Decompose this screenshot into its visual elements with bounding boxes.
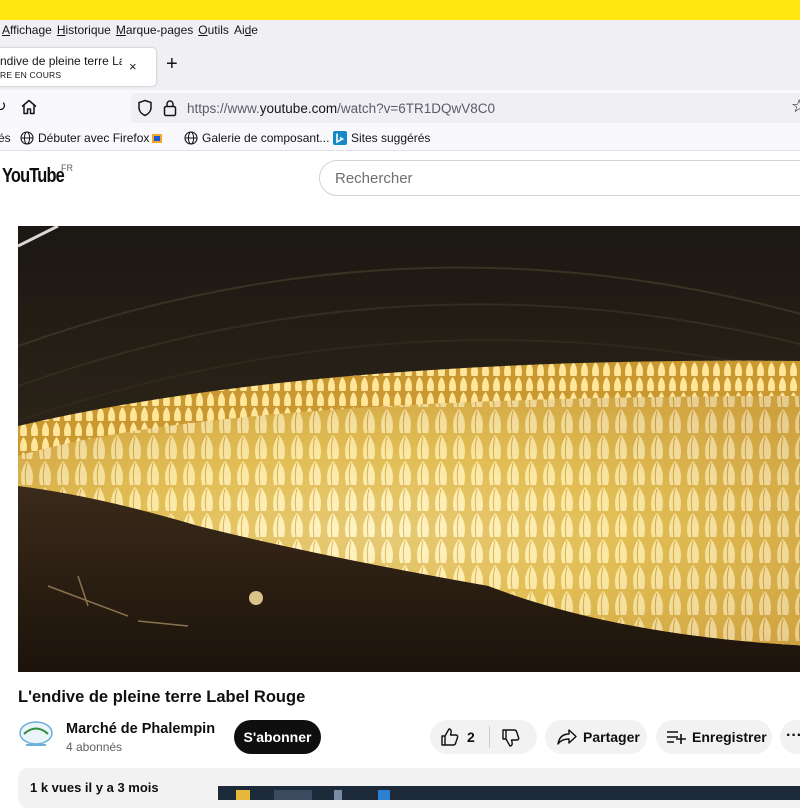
subscriber-count: 4 abonnés xyxy=(66,740,123,754)
menu-bar: Affichage Historique Marque-pages Outils Aid… xyxy=(0,20,800,40)
menu-item-1[interactable]: Historique xyxy=(55,23,114,37)
bookmark-label: Sites suggérés xyxy=(351,131,431,145)
menu-item-3[interactable]: Outils xyxy=(196,23,232,37)
new-tab-icon[interactable]: + xyxy=(166,54,178,74)
like-dislike-group: 2 xyxy=(430,720,537,754)
menu-item-2[interactable]: Marque-pages xyxy=(114,23,196,37)
save-label: Enregistrer xyxy=(692,729,767,745)
bookmark-firefox[interactable]: Débuter avec Firefox xyxy=(20,131,149,145)
views-and-date: 1 k vues il y a 3 mois xyxy=(30,780,159,795)
globe-icon xyxy=(20,131,34,145)
menu-item-4[interactable]: Aide xyxy=(232,23,261,37)
search-placeholder: Rechercher xyxy=(335,170,413,187)
subscribe-button[interactable]: S'abonner xyxy=(234,720,321,754)
share-label: Partager xyxy=(583,729,640,745)
channel-name[interactable]: Marché de Phalempin xyxy=(66,721,215,737)
save-button[interactable]: Enregistrer xyxy=(656,720,772,754)
bookmark-galerie[interactable]: Galerie de composant... xyxy=(184,131,329,145)
puzzle-extension-icon[interactable] xyxy=(150,131,164,145)
store-icon[interactable] xyxy=(378,790,390,800)
channel-avatar[interactable] xyxy=(18,719,54,749)
video-frame-endive-field xyxy=(18,226,800,672)
menu-item-0[interactable]: Affichage xyxy=(0,23,55,37)
globe-icon xyxy=(184,131,198,145)
extension-icon xyxy=(152,134,162,143)
home-icon[interactable] xyxy=(20,98,38,116)
video-title: L'endive de pleine terre Label Rouge xyxy=(18,688,306,706)
lock-icon[interactable] xyxy=(163,99,177,117)
navigation-bar: ↻ https://www.youtube.com/watch?v=6TR1DQ… xyxy=(0,90,800,126)
more-icon: ··· xyxy=(786,727,800,744)
bookmark-partial[interactable]: és xyxy=(0,131,11,145)
youtube-header: YouTube FR Rechercher xyxy=(0,151,800,207)
reload-icon[interactable]: ↻ xyxy=(0,97,7,115)
tab-active[interactable]: ndive de pleine terre Label Rouge RE EN … xyxy=(0,48,156,86)
youtube-logo[interactable]: YouTube xyxy=(2,165,65,188)
url-text[interactable]: https://www.youtube.com/watch?v=6TR1DQwV… xyxy=(187,101,495,116)
bookmark-star-icon[interactable]: ☆ xyxy=(791,96,800,117)
tab-close-icon[interactable]: × xyxy=(129,59,137,74)
active-app-icon[interactable] xyxy=(274,790,312,800)
like-count[interactable]: 2 xyxy=(467,729,475,745)
share-button[interactable]: Partager xyxy=(545,720,647,754)
more-actions-button[interactable]: ··· xyxy=(780,720,800,754)
top-accent-bar xyxy=(0,0,800,20)
video-player[interactable] xyxy=(18,226,800,672)
address-bar[interactable]: https://www.youtube.com/watch?v=6TR1DQwV… xyxy=(131,93,800,123)
search-input[interactable]: Rechercher xyxy=(319,160,800,196)
bookmarks-toolbar: és Débuter avec Firefox Galerie de compo… xyxy=(0,126,800,151)
like-separator xyxy=(489,726,490,748)
tab-status: RE EN COURS xyxy=(0,70,62,80)
people-icon[interactable] xyxy=(334,790,342,800)
region-code: FR xyxy=(61,163,73,173)
tracking-protection-shield-icon[interactable] xyxy=(137,99,153,117)
tab-strip: ndive de pleine terre Label Rouge RE EN … xyxy=(0,40,800,90)
bookmark-suggested[interactable]: Sites suggérés xyxy=(333,131,430,145)
share-arrow-icon xyxy=(557,729,577,745)
thumbs-down-icon[interactable] xyxy=(501,728,521,748)
bookmark-label: Galerie de composant... xyxy=(202,131,330,145)
tab-title: ndive de pleine terre Label Rouge xyxy=(0,54,122,68)
thumbs-up-icon[interactable] xyxy=(440,727,460,747)
windows-taskbar xyxy=(218,786,800,800)
bing-icon xyxy=(333,131,347,145)
file-explorer-icon[interactable] xyxy=(236,790,250,800)
bookmark-label: Débuter avec Firefox xyxy=(38,131,150,145)
save-playlist-icon xyxy=(667,731,686,744)
